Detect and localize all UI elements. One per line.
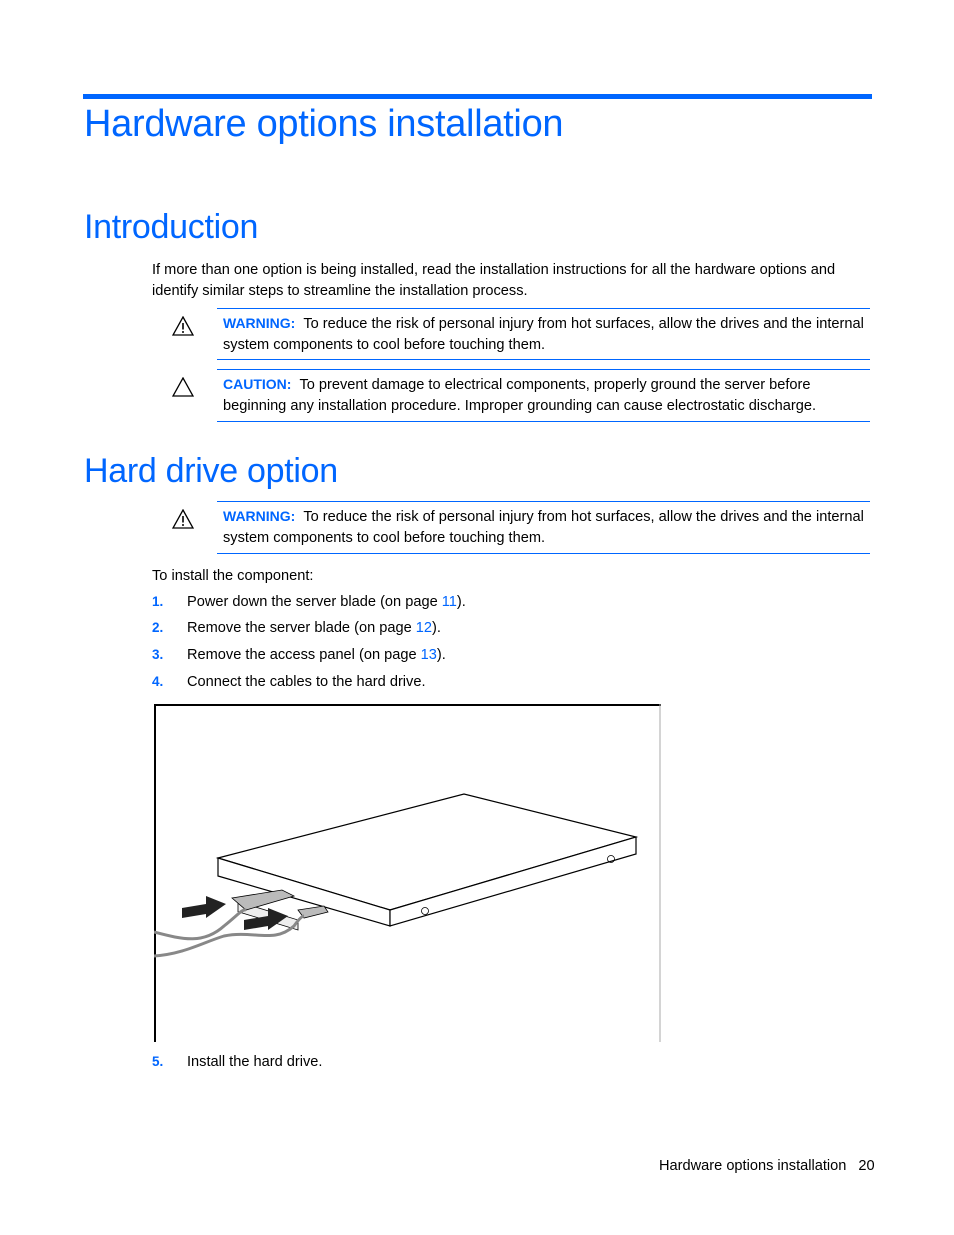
hard-drive-cable-connection-illustration <box>154 704 661 1042</box>
footer-section-title: Hardware options installation <box>659 1158 847 1174</box>
warning-text: To reduce the risk of personal injury fr… <box>223 509 864 546</box>
step-text-end: ). <box>436 647 446 663</box>
step-item: 5. Install the hard drive. <box>152 1052 322 1072</box>
page-link[interactable]: 12 <box>416 620 432 636</box>
page-footer: Hardware options installation 20 <box>659 1158 875 1174</box>
chapter-rule <box>83 94 872 99</box>
caution-text: To prevent damage to electrical componen… <box>223 377 817 414</box>
hard-drive-heading: Hard drive option <box>84 452 338 490</box>
warning-label: WARNING: <box>223 508 296 524</box>
page-number: 20 <box>858 1158 875 1174</box>
step-text: Connect the cables to the hard drive. <box>187 674 426 690</box>
page-link[interactable]: 11 <box>442 594 457 610</box>
step-number: 1. <box>152 594 164 609</box>
caution-triangle-icon <box>172 377 194 397</box>
warning-note: WARNING: To reduce the risk of personal i… <box>172 308 870 360</box>
warning-label: WARNING: <box>223 315 296 331</box>
step-text: Power down the server blade (on page <box>187 594 442 610</box>
introduction-heading: Introduction <box>84 208 259 246</box>
step-item: 1. Power down the server blade (on page 1… <box>152 592 466 612</box>
caution-label: CAUTION: <box>223 376 292 392</box>
step-number: 5. <box>152 1054 164 1069</box>
step-text: Install the hard drive. <box>187 1054 323 1070</box>
chapter-title: Hardware options installation <box>84 103 564 145</box>
step-item: 3. Remove the access panel (on page 13). <box>152 645 446 665</box>
step-text-end: ). <box>432 620 441 636</box>
introduction-paragraph: If more than one option is being install… <box>152 262 836 299</box>
step-number: 2. <box>152 620 164 635</box>
warning-triangle-exclamation-icon <box>172 509 194 529</box>
page-link[interactable]: 13 <box>421 647 437 663</box>
step-text-end: ). <box>456 594 466 610</box>
step-number: 4. <box>152 674 164 689</box>
step-text: Remove the server blade (on page <box>187 620 416 636</box>
step-item: 2. Remove the server blade (on page 12). <box>152 618 441 638</box>
step-text: Remove the access panel (on page <box>187 647 421 663</box>
warning-text: To reduce the risk of personal injury fr… <box>223 316 864 353</box>
steps-intro: To install the component: <box>152 568 314 584</box>
step-item: 4. Connect the cables to the hard drive. <box>152 672 426 692</box>
caution-note: CAUTION: To prevent damage to electrical … <box>172 369 870 422</box>
step-number: 3. <box>152 647 164 662</box>
warning-triangle-exclamation-icon <box>172 316 194 336</box>
hard-drive-warning-note: WARNING: To reduce the risk of personal i… <box>172 501 870 554</box>
